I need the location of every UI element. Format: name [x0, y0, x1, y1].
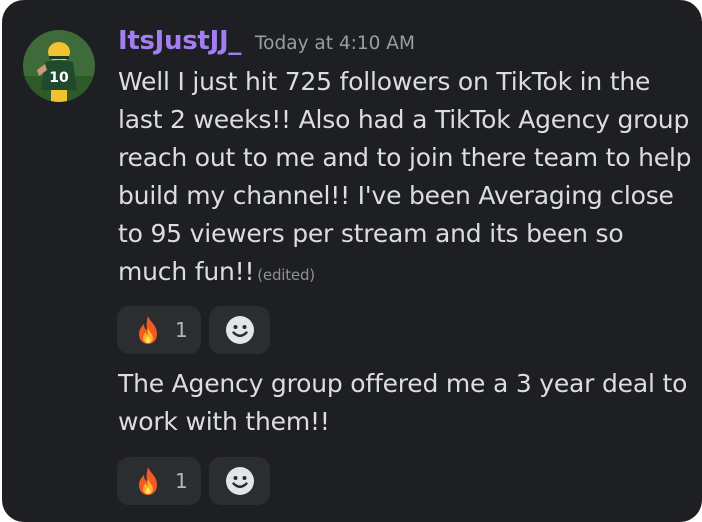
username[interactable]: ItsJustJJ_ [118, 26, 241, 56]
message-body: The Agency group offered me a 3 year dea… [118, 369, 688, 436]
add-reaction-icon [225, 467, 254, 495]
timestamp[interactable]: Today at 4:10 AM [255, 33, 415, 54]
fire-icon [139, 467, 157, 495]
reaction-fire[interactable]: 1 [117, 306, 201, 354]
message-text: Well I just hit 725 followers on TikTok … [118, 63, 698, 294]
reaction-fire[interactable]: 1 [117, 457, 201, 505]
reaction-count: 1 [175, 318, 188, 342]
message-card: 10 ItsJustJJ_ Today at 4:10 AM Well I ju… [2, 0, 702, 522]
reaction-count: 1 [175, 469, 188, 493]
message-header: ItsJustJJ_ Today at 4:10 AM [118, 26, 415, 56]
message-text: The Agency group offered me a 3 year dea… [118, 365, 698, 441]
add-reaction-icon [225, 316, 254, 344]
edited-label: (edited) [257, 266, 315, 284]
football-player-avatar-icon: 10 [23, 30, 95, 102]
fire-icon [139, 316, 157, 344]
message-body: Well I just hit 725 followers on TikTok … [118, 67, 692, 286]
add-reaction-button[interactable] [209, 457, 270, 505]
svg-text:10: 10 [49, 70, 69, 86]
add-reaction-button[interactable] [209, 306, 270, 354]
user-avatar[interactable]: 10 [23, 30, 95, 102]
